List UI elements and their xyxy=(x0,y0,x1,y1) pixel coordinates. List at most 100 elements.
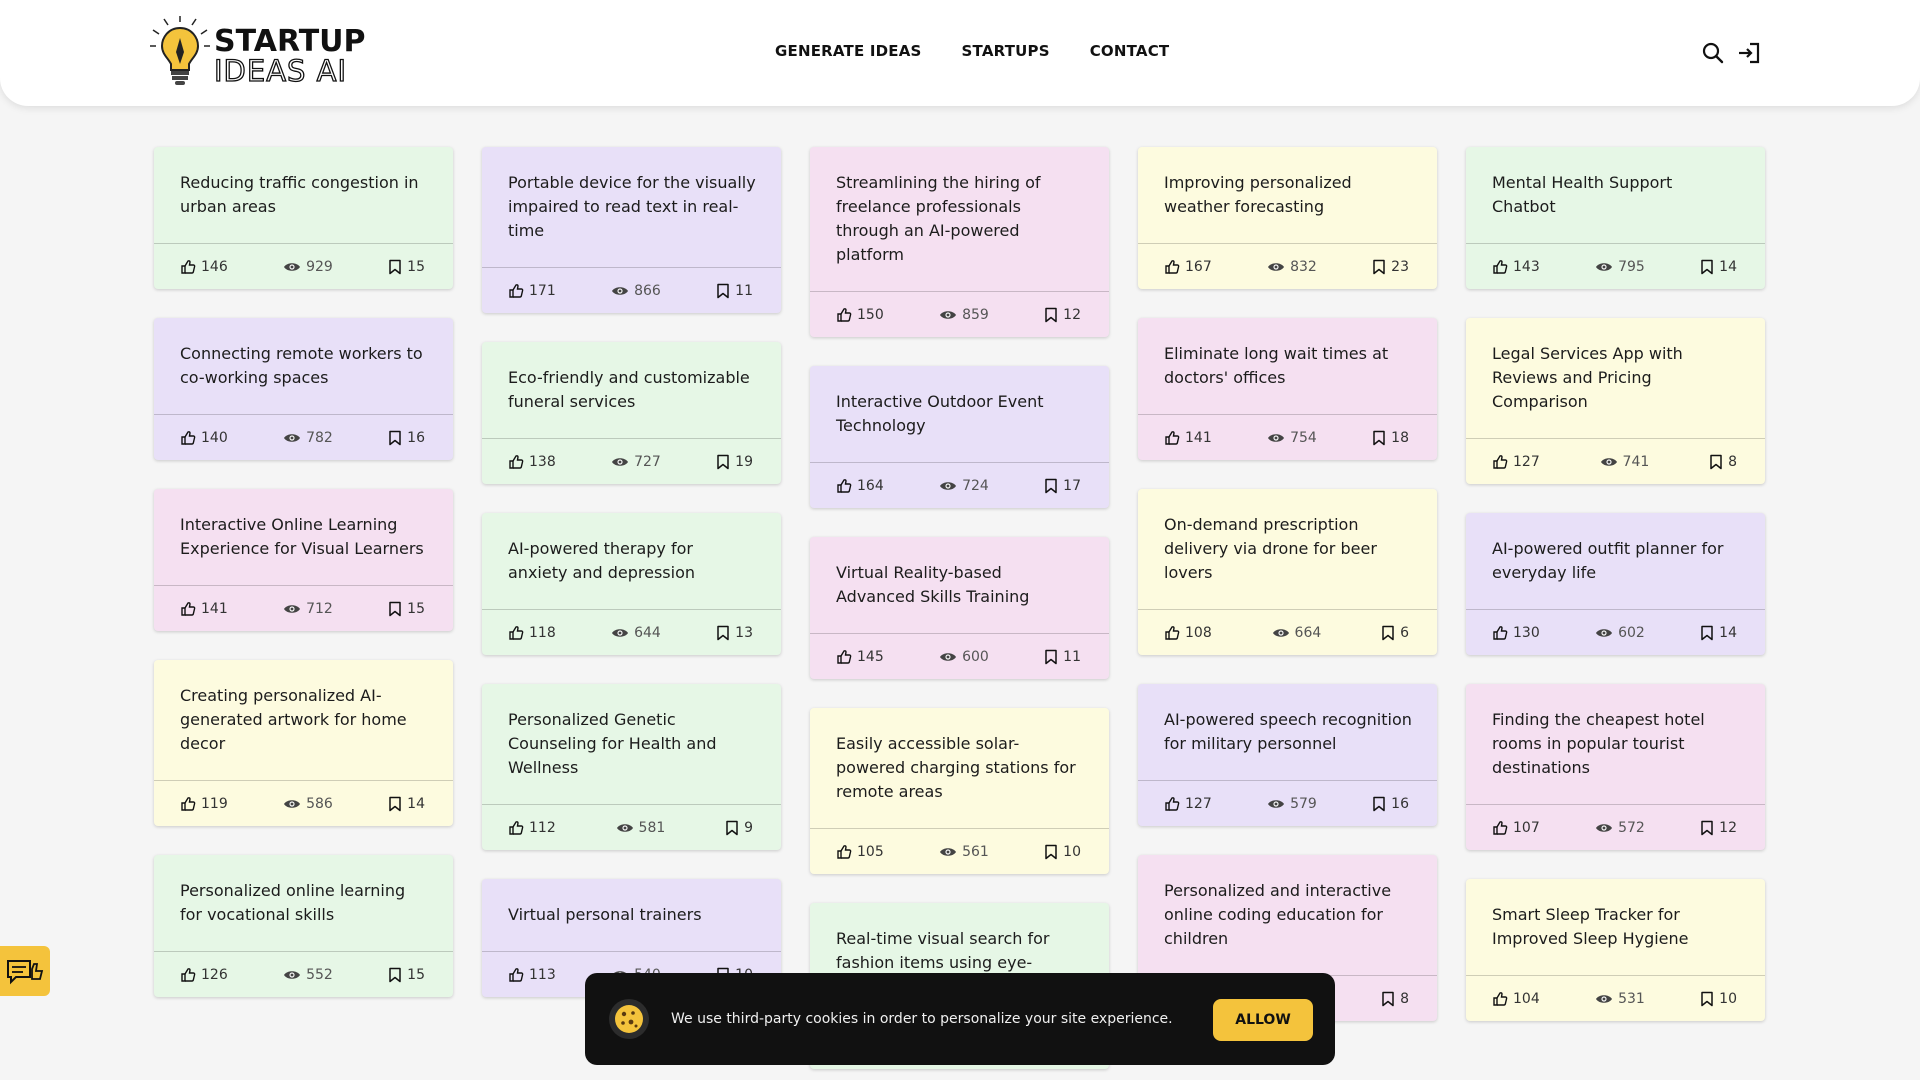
save-stat[interactable]: 12 xyxy=(1044,307,1081,323)
idea-title[interactable]: Interactive Online Learning Experience f… xyxy=(154,489,453,585)
idea-card[interactable]: Creating personalized AI-generated artwo… xyxy=(154,660,453,826)
idea-card[interactable]: Personalized online learning for vocatio… xyxy=(154,855,453,997)
logo[interactable]: STARTUP IDEAS AI xyxy=(150,16,366,89)
like-stat[interactable]: 107 xyxy=(1492,820,1540,836)
idea-title[interactable]: Smart Sleep Tracker for Improved Sleep H… xyxy=(1466,879,1765,975)
save-stat[interactable]: 23 xyxy=(1372,259,1409,275)
save-stat[interactable]: 10 xyxy=(1700,991,1737,1007)
save-stat[interactable]: 6 xyxy=(1381,625,1409,641)
idea-title[interactable]: Easily accessible solar-powered charging… xyxy=(810,708,1109,828)
like-stat[interactable]: 126 xyxy=(180,967,228,983)
save-stat[interactable]: 15 xyxy=(388,259,425,275)
like-stat[interactable]: 164 xyxy=(836,478,884,494)
like-stat[interactable]: 113 xyxy=(508,967,556,983)
idea-card[interactable]: On-demand prescription delivery via dron… xyxy=(1138,489,1437,655)
like-stat[interactable]: 140 xyxy=(180,430,228,446)
idea-title[interactable]: Eco-friendly and customizable funeral se… xyxy=(482,342,781,438)
save-stat[interactable]: 14 xyxy=(1700,625,1737,641)
save-stat[interactable]: 10 xyxy=(1044,844,1081,860)
save-stat[interactable]: 15 xyxy=(388,601,425,617)
cookie-allow-button[interactable]: ALLOW xyxy=(1213,999,1313,1041)
idea-title[interactable]: Finding the cheapest hotel rooms in popu… xyxy=(1466,684,1765,804)
idea-title[interactable]: On-demand prescription delivery via dron… xyxy=(1138,489,1437,609)
idea-title[interactable]: AI-powered speech recognition for milita… xyxy=(1138,684,1437,780)
like-stat[interactable]: 146 xyxy=(180,259,228,275)
like-stat[interactable]: 112 xyxy=(508,820,556,836)
idea-title[interactable]: Portable device for the visually impaire… xyxy=(482,147,781,267)
like-stat[interactable]: 119 xyxy=(180,796,228,812)
save-stat[interactable]: 18 xyxy=(1372,430,1409,446)
idea-title[interactable]: Virtual personal trainers xyxy=(482,879,781,951)
idea-card[interactable]: Personalized Genetic Counseling for Heal… xyxy=(482,684,781,850)
idea-title[interactable]: Creating personalized AI-generated artwo… xyxy=(154,660,453,780)
like-stat[interactable]: 130 xyxy=(1492,625,1540,641)
save-stat[interactable]: 14 xyxy=(1700,259,1737,275)
like-stat[interactable]: 127 xyxy=(1492,454,1540,470)
login-icon[interactable] xyxy=(1736,40,1762,66)
nav-contact[interactable]: CONTACT xyxy=(1090,42,1170,60)
idea-title[interactable]: Streamlining the hiring of freelance pro… xyxy=(810,147,1109,291)
idea-title[interactable]: Personalized and interactive online codi… xyxy=(1138,855,1437,975)
like-stat[interactable]: 108 xyxy=(1164,625,1212,641)
save-stat[interactable]: 8 xyxy=(1381,991,1409,1007)
idea-card[interactable]: Interactive Online Learning Experience f… xyxy=(154,489,453,631)
idea-title[interactable]: Mental Health Support Chatbot xyxy=(1466,147,1765,243)
like-stat[interactable]: 105 xyxy=(836,844,884,860)
like-stat[interactable]: 150 xyxy=(836,307,884,323)
idea-card[interactable]: AI-powered therapy for anxiety and depre… xyxy=(482,513,781,655)
idea-card[interactable]: Virtual Reality-based Advanced Skills Tr… xyxy=(810,537,1109,679)
like-stat[interactable]: 171 xyxy=(508,283,556,299)
save-stat[interactable]: 14 xyxy=(388,796,425,812)
save-stat[interactable]: 17 xyxy=(1044,478,1081,494)
idea-card[interactable]: AI-powered speech recognition for milita… xyxy=(1138,684,1437,826)
like-stat[interactable]: 127 xyxy=(1164,796,1212,812)
idea-card[interactable]: Mental Health Support Chatbot 143 795 14 xyxy=(1466,147,1765,289)
idea-card[interactable]: Connecting remote workers to co-working … xyxy=(154,318,453,460)
idea-card[interactable]: Legal Services App with Reviews and Pric… xyxy=(1466,318,1765,484)
save-stat[interactable]: 11 xyxy=(716,283,753,299)
search-icon[interactable] xyxy=(1700,40,1726,66)
save-stat[interactable]: 12 xyxy=(1700,820,1737,836)
idea-card[interactable]: Streamlining the hiring of freelance pro… xyxy=(810,147,1109,337)
save-stat[interactable]: 9 xyxy=(725,820,753,836)
save-stat[interactable]: 19 xyxy=(716,454,753,470)
save-stat[interactable]: 16 xyxy=(1372,796,1409,812)
idea-title[interactable]: Legal Services App with Reviews and Pric… xyxy=(1466,318,1765,438)
idea-title[interactable]: Personalized online learning for vocatio… xyxy=(154,855,453,951)
idea-card[interactable]: Improving personalized weather forecasti… xyxy=(1138,147,1437,289)
like-stat[interactable]: 118 xyxy=(508,625,556,641)
idea-card[interactable]: Smart Sleep Tracker for Improved Sleep H… xyxy=(1466,879,1765,1021)
like-stat[interactable]: 104 xyxy=(1492,991,1540,1007)
feedback-button[interactable] xyxy=(0,946,50,996)
like-stat[interactable]: 141 xyxy=(1164,430,1212,446)
save-stat[interactable]: 11 xyxy=(1044,649,1081,665)
nav-startups[interactable]: STARTUPS xyxy=(962,42,1050,60)
idea-title[interactable]: Improving personalized weather forecasti… xyxy=(1138,147,1437,243)
idea-card[interactable]: Interactive Outdoor Event Technology 164 7… xyxy=(810,366,1109,508)
save-stat[interactable]: 13 xyxy=(716,625,753,641)
like-stat[interactable]: 141 xyxy=(180,601,228,617)
idea-title[interactable]: Virtual Reality-based Advanced Skills Tr… xyxy=(810,537,1109,633)
idea-title[interactable]: Eliminate long wait times at doctors' of… xyxy=(1138,318,1437,414)
like-stat[interactable]: 138 xyxy=(508,454,556,470)
idea-card[interactable]: Eco-friendly and customizable funeral se… xyxy=(482,342,781,484)
idea-card[interactable]: Portable device for the visually impaire… xyxy=(482,147,781,313)
idea-title[interactable]: Interactive Outdoor Event Technology xyxy=(810,366,1109,462)
idea-card[interactable]: AI-powered outfit planner for everyday l… xyxy=(1466,513,1765,655)
save-stat[interactable]: 8 xyxy=(1709,454,1737,470)
idea-title[interactable]: AI-powered therapy for anxiety and depre… xyxy=(482,513,781,609)
idea-card[interactable]: Eliminate long wait times at doctors' of… xyxy=(1138,318,1437,460)
idea-title[interactable]: Personalized Genetic Counseling for Heal… xyxy=(482,684,781,804)
nav-generate-ideas[interactable]: GENERATE IDEAS xyxy=(775,42,922,60)
idea-title[interactable]: Connecting remote workers to co-working … xyxy=(154,318,453,414)
idea-card[interactable]: Easily accessible solar-powered charging… xyxy=(810,708,1109,874)
idea-title[interactable]: Reducing traffic congestion in urban are… xyxy=(154,147,453,243)
idea-card[interactable]: Reducing traffic congestion in urban are… xyxy=(154,147,453,289)
idea-title[interactable]: AI-powered outfit planner for everyday l… xyxy=(1466,513,1765,609)
like-stat[interactable]: 167 xyxy=(1164,259,1212,275)
save-stat[interactable]: 16 xyxy=(388,430,425,446)
idea-card[interactable]: Finding the cheapest hotel rooms in popu… xyxy=(1466,684,1765,850)
like-stat[interactable]: 143 xyxy=(1492,259,1540,275)
save-stat[interactable]: 15 xyxy=(388,967,425,983)
like-stat[interactable]: 145 xyxy=(836,649,884,665)
